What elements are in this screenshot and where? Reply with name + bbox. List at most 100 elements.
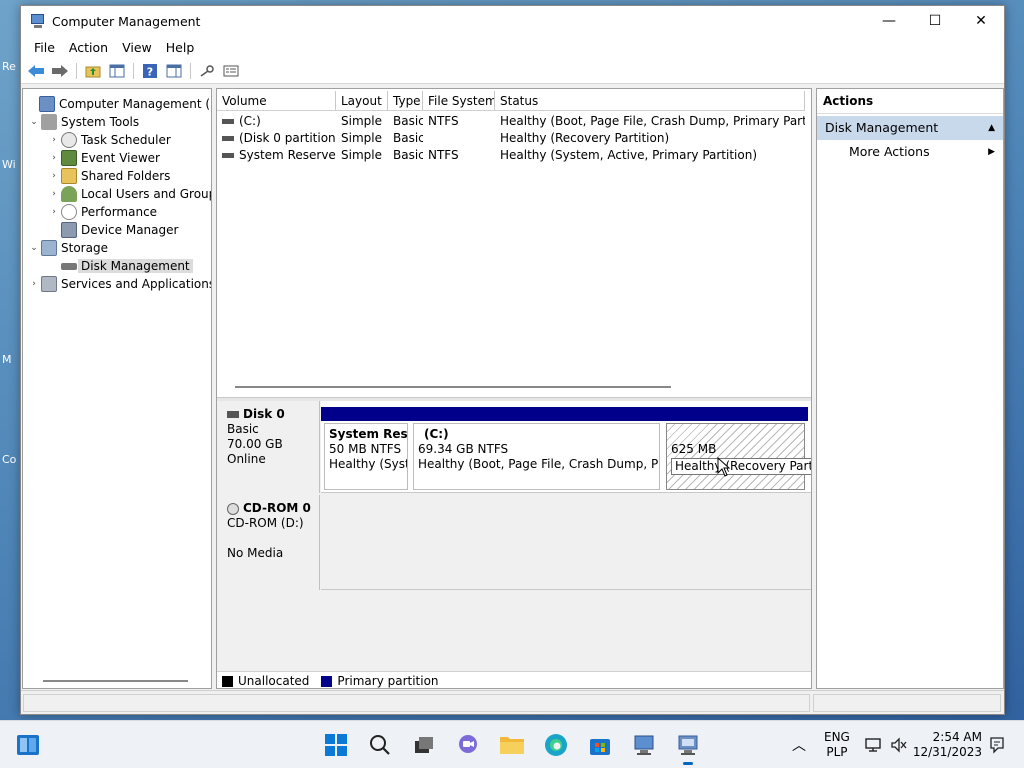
tree-item-services-applications[interactable]: › Services and Applications <box>27 275 211 293</box>
title-bar[interactable]: Computer Management — ☐ ✕ <box>21 6 1004 36</box>
table-row[interactable]: System Reserved Simple Basic NTFS Health… <box>217 147 805 164</box>
cell-type: Basic <box>393 148 423 162</box>
column-header-volume[interactable]: Volume <box>217 91 336 110</box>
minimize-button[interactable]: — <box>866 6 912 36</box>
volume-button[interactable] <box>890 721 908 768</box>
menu-view[interactable]: View <box>115 40 159 55</box>
chevron-right-icon[interactable]: › <box>47 207 61 217</box>
tree-item-disk-management[interactable]: Disk Management <box>47 257 193 275</box>
chevron-right-icon[interactable]: › <box>27 279 41 289</box>
tree-item-label: Computer Management (Local <box>59 97 211 111</box>
chevron-down-icon[interactable]: ⌄ <box>27 243 41 253</box>
file-explorer-button[interactable] <box>496 729 528 761</box>
more-actions-item[interactable]: More Actions ▶ <box>817 140 1003 164</box>
chevron-right-icon[interactable]: › <box>47 171 61 181</box>
forward-button[interactable] <box>49 61 71 81</box>
tree-item-event-viewer[interactable]: › Event Viewer <box>47 149 160 167</box>
chevron-right-icon[interactable]: › <box>47 153 61 163</box>
edge-button[interactable] <box>540 729 572 761</box>
search-button[interactable] <box>364 729 396 761</box>
cell-volume: (Disk 0 partition 3) <box>239 131 336 145</box>
column-header-layout[interactable]: Layout <box>336 91 388 110</box>
desktop-icon-label[interactable]: Re <box>2 60 20 73</box>
show-hide-tree-button[interactable] <box>106 61 128 81</box>
tree-item-label: Device Manager <box>81 223 179 237</box>
column-header-type[interactable]: Type <box>388 91 423 110</box>
properties-button[interactable] <box>220 61 242 81</box>
menu-file[interactable]: File <box>27 40 62 55</box>
tree-item-performance[interactable]: › Performance <box>47 203 157 221</box>
partition-tooltip: Healthy (Recovery Partition) <box>671 458 811 475</box>
connect-button[interactable] <box>196 61 218 81</box>
maximize-button[interactable]: ☐ <box>912 6 958 36</box>
tree-item-system-tools[interactable]: ⌄ System Tools <box>27 113 139 131</box>
table-row[interactable]: (C:) Simple Basic NTFS Healthy (Boot, Pa… <box>217 113 805 130</box>
partition-c-drive[interactable]: (C:) 69.34 GB NTFS Healthy (Boot, Page F… <box>410 407 663 493</box>
menu-help[interactable]: Help <box>159 40 202 55</box>
network-icon <box>865 738 881 752</box>
back-button[interactable] <box>25 61 47 81</box>
computer-management-taskbar-button[interactable] <box>672 729 704 765</box>
table-row[interactable]: (Disk 0 partition 3) Simple Basic Health… <box>217 130 805 147</box>
up-folder-button[interactable] <box>82 61 104 81</box>
network-button[interactable] <box>864 721 882 768</box>
horizontal-scrollbar[interactable] <box>43 680 188 682</box>
notifications-button[interactable] <box>988 721 1006 768</box>
cdrom-0-label[interactable]: CD-ROM 0 CD-ROM (D:) No Media <box>219 495 320 590</box>
tree-item-local-users[interactable]: › Local Users and Groups <box>47 185 211 203</box>
disk-0-label[interactable]: Disk 0 Basic 70.00 GB Online <box>219 401 320 493</box>
show-action-pane-button[interactable] <box>163 61 185 81</box>
partition-recovery[interactable]: 625 MB <box>663 407 808 493</box>
partition-size: 50 MB NTFS <box>329 442 402 456</box>
actions-group-disk-management[interactable]: Disk Management ▲ <box>817 116 1003 140</box>
store-button[interactable] <box>584 729 616 761</box>
desktop-icon-label[interactable]: M <box>2 353 20 366</box>
menu-action[interactable]: Action <box>62 40 115 55</box>
help-button[interactable]: ? <box>139 61 161 81</box>
legend-swatch-unallocated <box>222 675 233 687</box>
chevron-right-icon[interactable]: › <box>47 135 61 145</box>
tools-icon <box>41 114 57 130</box>
cell-file-system <box>423 130 495 147</box>
chevron-up-icon[interactable]: ︿ <box>792 735 806 755</box>
tree-item-device-manager[interactable]: Device Manager <box>47 221 178 239</box>
language-code: ENG <box>824 730 850 744</box>
partition-name: (C:) <box>424 427 449 441</box>
svg-text:?: ? <box>147 65 153 78</box>
tree-item-shared-folders[interactable]: › Shared Folders <box>47 167 170 185</box>
tree-item-label: Shared Folders <box>81 169 171 183</box>
close-button[interactable]: ✕ <box>958 6 1004 36</box>
collapse-up-icon[interactable]: ▲ <box>988 116 995 140</box>
tree-item-computer-management[interactable]: Computer Management (Local <box>25 95 211 113</box>
chevron-down-icon[interactable]: ⌄ <box>27 117 41 127</box>
show-hidden-icons-button[interactable]: ︿ <box>792 721 806 768</box>
tree-item-label: Storage <box>61 241 108 255</box>
desktop-icon-label[interactable]: Co <box>2 453 20 466</box>
column-header-status[interactable]: Status <box>495 91 805 110</box>
language-indicator[interactable]: ENG PLP <box>824 721 850 768</box>
tree-item-storage[interactable]: ⌄ Storage <box>27 239 108 257</box>
more-actions-label: More Actions <box>849 144 930 159</box>
tree-item-task-scheduler[interactable]: › Task Scheduler <box>47 131 171 149</box>
computer-icon <box>634 735 654 755</box>
widgets-button[interactable] <box>12 729 44 761</box>
cell-volume: System Reserved <box>239 148 336 162</box>
window-title: Computer Management <box>52 13 201 29</box>
chat-button[interactable] <box>452 729 484 761</box>
event-viewer-icon <box>61 150 77 166</box>
chevron-right-icon[interactable]: › <box>47 189 61 199</box>
cell-layout: Simple <box>341 148 382 162</box>
partition-status: Healthy (Syste <box>329 457 407 471</box>
help-icon: ? <box>143 63 157 78</box>
cell-status: Healthy (Recovery Partition) <box>500 131 670 145</box>
clock[interactable]: 2:54 AM 12/31/2023 <box>913 721 982 768</box>
shared-folder-icon <box>61 168 77 184</box>
start-button[interactable] <box>320 729 352 761</box>
app-button[interactable] <box>628 729 660 761</box>
partition-system-reserved[interactable]: System Reser 50 MB NTFS Healthy (Syste <box>321 407 411 493</box>
horizontal-scrollbar[interactable] <box>235 386 671 388</box>
column-header-file-system[interactable]: File System <box>423 91 495 110</box>
computer-management-icon <box>678 735 698 755</box>
task-view-button[interactable] <box>408 729 440 761</box>
desktop-icon-label[interactable]: Wi <box>2 158 20 171</box>
